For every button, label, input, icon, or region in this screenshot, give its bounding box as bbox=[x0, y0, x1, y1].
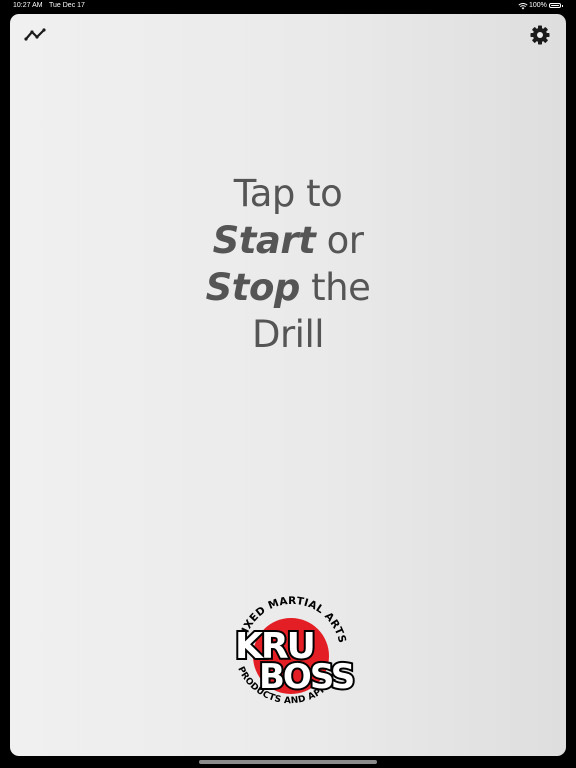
prompt-line-1: Tap to bbox=[10, 170, 566, 217]
kru-boss-logo: MIXED MARTIAL ARTS PRODUCTS AND APPAREL … bbox=[233, 596, 357, 706]
prompt-line-4: Drill bbox=[10, 311, 566, 358]
home-indicator[interactable] bbox=[199, 760, 377, 764]
prompt-start-word: Start bbox=[212, 219, 316, 262]
prompt-tap-to: Tap to bbox=[233, 172, 343, 215]
prompt-drill: Drill bbox=[251, 313, 325, 356]
battery-icon bbox=[549, 3, 563, 8]
drill-screen[interactable]: Tap to Start or Stop the Drill MIXED MAR… bbox=[10, 14, 566, 756]
prompt-stop-word: Stop bbox=[205, 266, 301, 309]
battery-percent: 100% bbox=[529, 2, 547, 9]
status-date: Tue Dec 17 bbox=[49, 2, 85, 9]
status-time: 10:27 AM bbox=[13, 2, 43, 9]
prompt-line-2: Start or bbox=[10, 217, 566, 264]
prompt-or-word: or bbox=[315, 219, 364, 262]
gear-icon[interactable] bbox=[530, 25, 550, 45]
tap-to-start-stop-prompt[interactable]: Tap to Start or Stop the Drill bbox=[10, 170, 566, 358]
line-chart-icon[interactable] bbox=[24, 28, 46, 42]
prompt-the-word: the bbox=[299, 266, 371, 309]
prompt-line-3: Stop the bbox=[10, 264, 566, 311]
logo-brand-boss: BOSS bbox=[259, 657, 353, 697]
wifi-icon bbox=[518, 3, 528, 10]
status-bar: 10:27 AM Tue Dec 17 100% bbox=[0, 0, 576, 13]
